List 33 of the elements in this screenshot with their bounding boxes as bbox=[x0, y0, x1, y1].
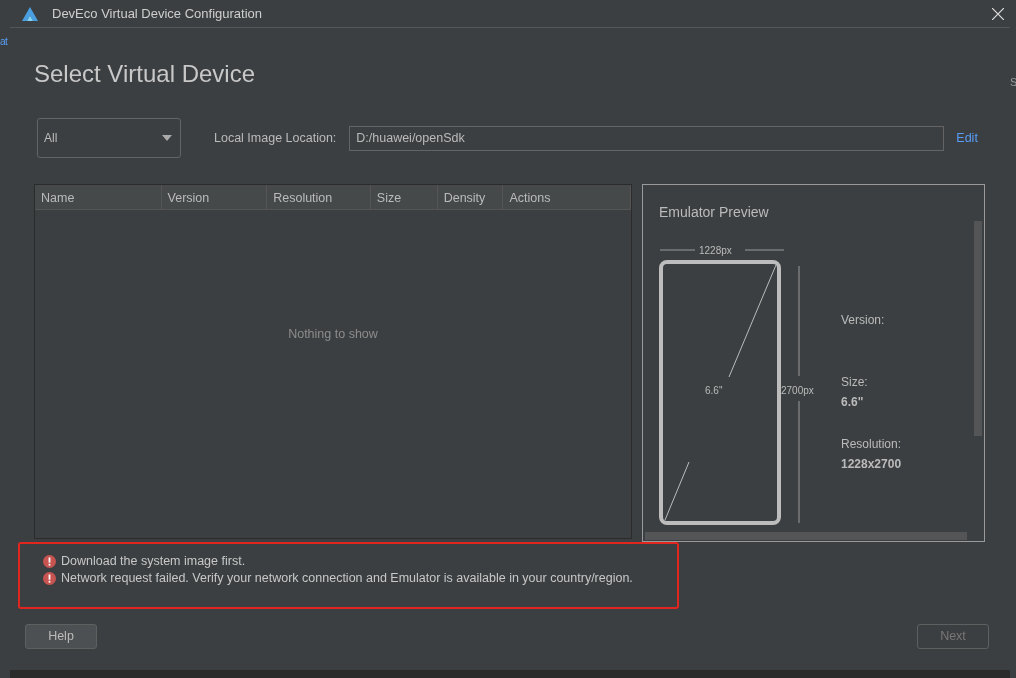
field-value: 6.6" bbox=[841, 394, 864, 411]
column-header[interactable]: Name bbox=[35, 185, 162, 209]
error-icon bbox=[43, 555, 56, 568]
edit-link[interactable]: Edit bbox=[956, 128, 978, 148]
field-label: Size: bbox=[841, 374, 868, 391]
location-field[interactable]: D:/huawei/openSdk bbox=[349, 125, 945, 151]
dimension-label: 1228px bbox=[699, 244, 732, 258]
dimension-label: 6.6" bbox=[705, 384, 723, 398]
close-icon[interactable] bbox=[992, 7, 1004, 20]
field-label: Version: bbox=[841, 312, 885, 329]
panel-title: Emulator Preview bbox=[659, 203, 769, 222]
caret-icon bbox=[162, 135, 172, 141]
error-icon bbox=[43, 572, 56, 585]
field-label: Resolution: bbox=[841, 436, 902, 453]
column-header[interactable]: Size bbox=[370, 185, 438, 209]
app-logo-icon bbox=[22, 6, 38, 21]
column-header[interactable]: Resolution bbox=[267, 185, 371, 209]
tab-label: at bbox=[0, 35, 8, 49]
empty-message: Nothing to show bbox=[288, 325, 378, 343]
field-label: Local Image Location: bbox=[214, 129, 337, 147]
error-message: Download the system image first. bbox=[61, 553, 246, 570]
dimension-label: 2700px bbox=[781, 384, 814, 398]
page-heading: Select Virtual Device bbox=[34, 62, 256, 86]
field-value: 1228x2700 bbox=[841, 456, 902, 473]
column-header[interactable]: Actions bbox=[503, 185, 631, 209]
tab-label: S bbox=[1010, 75, 1016, 90]
column-header[interactable]: Density bbox=[437, 185, 504, 209]
window-title: DevEco Virtual Device Configuration bbox=[52, 4, 263, 23]
dropdown-value: All bbox=[44, 130, 58, 147]
help-button[interactable]: Help bbox=[25, 624, 97, 649]
filter-dropdown[interactable]: All bbox=[37, 118, 181, 158]
column-header[interactable]: Version bbox=[161, 185, 268, 209]
error-message: Network request failed. Verify your network connection and Emulator is available in your country/region. bbox=[61, 570, 633, 587]
